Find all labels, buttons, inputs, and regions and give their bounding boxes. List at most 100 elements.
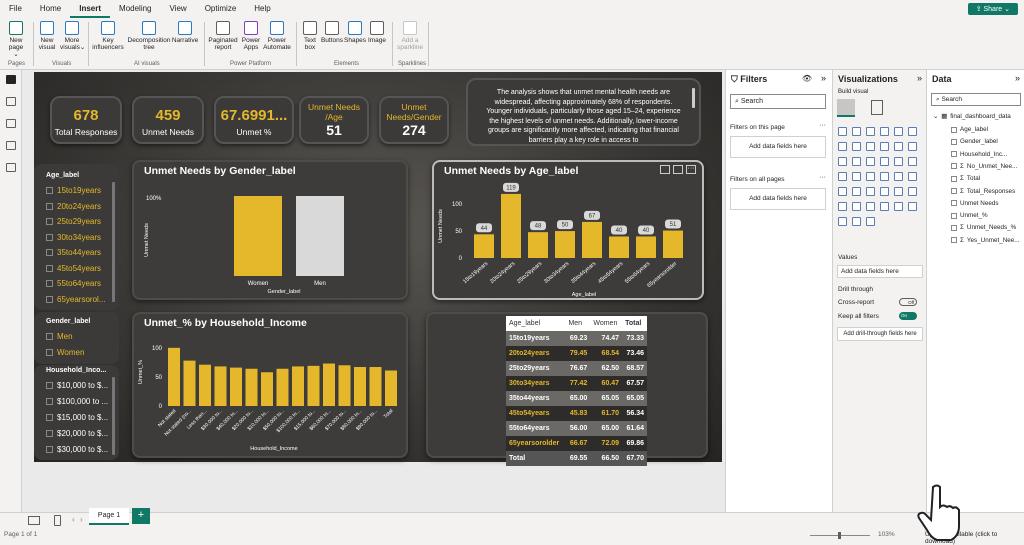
eye-icon[interactable]: 👁: [802, 74, 812, 83]
pie-visual-icon[interactable]: [880, 157, 889, 166]
field-item[interactable]: Σ Yes_Unmet_Nee...: [951, 237, 1020, 244]
line-column-visual-icon[interactable]: [880, 142, 889, 151]
key-influencers-visual-icon[interactable]: [852, 202, 861, 211]
image-button[interactable]: Image: [366, 21, 388, 44]
table-visual-icon[interactable]: [880, 187, 889, 196]
slicer-item[interactable]: Women: [46, 348, 84, 357]
column-header[interactable]: Total: [622, 316, 647, 331]
slicer-item[interactable]: $15,000 to $...: [46, 413, 108, 422]
format-visual-icon[interactable]: [871, 100, 883, 115]
income-chart-panel[interactable]: Unmet_% by Household_Income 0 50 100 Unmet_…: [132, 312, 408, 458]
checkbox[interactable]: [951, 175, 957, 182]
kpi-total-responses[interactable]: 678 Total Responses: [50, 96, 122, 144]
model-view-icon[interactable]: [6, 119, 16, 128]
kpi-unmet-needs-gender[interactable]: Unmet Needs/Gender 274: [379, 96, 449, 144]
checkbox[interactable]: [951, 224, 957, 231]
checkbox[interactable]: [951, 126, 957, 133]
add-all-pages-filter-well[interactable]: Add data fields here: [730, 188, 826, 210]
more-options-icon[interactable]: ···: [686, 165, 696, 174]
checkbox[interactable]: [951, 188, 957, 194]
gauge-visual-icon[interactable]: [894, 172, 903, 181]
slicer-item[interactable]: Men: [46, 332, 73, 341]
table-view-icon[interactable]: [6, 97, 16, 106]
clustered-column-visual-icon[interactable]: [880, 127, 889, 136]
checkbox[interactable]: [46, 218, 53, 225]
age-gender-table[interactable]: Age_label Men Women Total 15to19years 69.…: [506, 316, 647, 466]
add-page-filter-well[interactable]: Add data fields here: [730, 136, 826, 158]
power-apps-visual-icon[interactable]: [838, 217, 847, 226]
slicer-item[interactable]: 35to44years: [46, 248, 101, 257]
treemap-visual-icon[interactable]: [908, 157, 917, 166]
checkbox[interactable]: [46, 333, 53, 340]
r-visual-visual-icon[interactable]: [908, 187, 917, 196]
column-header[interactable]: Men: [565, 316, 591, 331]
menu-modeling[interactable]: Modeling: [110, 0, 160, 18]
python-visual-icon[interactable]: [838, 202, 847, 211]
scrollbar[interactable]: [112, 377, 115, 455]
menu-insert[interactable]: Insert: [70, 0, 111, 18]
slicer-item[interactable]: 15to19years: [46, 186, 101, 195]
filled-map-visual-icon[interactable]: [852, 172, 861, 181]
funnel-visual-icon[interactable]: [852, 157, 861, 166]
table-row[interactable]: 55to64years 56.00 65.00 61.64: [506, 421, 647, 436]
values-well[interactable]: Add data fields here: [837, 265, 923, 278]
checkbox[interactable]: [951, 237, 957, 244]
power-automate-button[interactable]: Power Automate: [263, 21, 291, 51]
kpi-unmet-needs-age[interactable]: Unmet Needs /Age 51: [299, 96, 369, 144]
buttons-button[interactable]: Buttons: [320, 21, 344, 44]
more-visuals-button[interactable]: More visuals⌄: [60, 21, 85, 51]
multi-card-visual-icon[interactable]: [838, 187, 847, 196]
kpi-unmet-needs[interactable]: 459 Unmet Needs: [132, 96, 204, 144]
slicer-item[interactable]: 25to29years: [46, 217, 101, 226]
100-column-visual-icon[interactable]: [908, 127, 917, 136]
table-row[interactable]: 15to19years 69.23 74.47 73.33: [506, 331, 647, 346]
menu-home[interactable]: Home: [31, 0, 70, 18]
ribbon-visual-icon[interactable]: [908, 142, 917, 151]
field-item[interactable]: Unmet Needs: [951, 200, 999, 207]
checkbox[interactable]: [951, 163, 957, 170]
collapse-icon[interactable]: »: [821, 73, 826, 83]
focus-mode-icon[interactable]: [673, 165, 683, 174]
scrollbar[interactable]: [112, 182, 115, 302]
area-visual-icon[interactable]: [852, 142, 861, 151]
tmdl-view-icon[interactable]: [6, 163, 16, 172]
slicer-item[interactable]: 45to54years: [46, 264, 101, 273]
checkbox[interactable]: [46, 202, 53, 210]
narrative-textbox[interactable]: The analysis shows that unmet mental hea…: [466, 78, 701, 146]
table-row[interactable]: 25to29years 76.67 62.50 68.57: [506, 361, 647, 376]
add-page-button[interactable]: +: [132, 508, 150, 524]
field-item[interactable]: Age_label: [951, 126, 988, 133]
kpi-unmet-percent[interactable]: 67.6991... Unmet %: [214, 96, 294, 144]
shapes-button[interactable]: Shapes: [344, 21, 366, 44]
kpi-visual-icon[interactable]: [852, 187, 861, 196]
table-row[interactable]: 45to54years 45.83 61.70 56.34: [506, 406, 647, 421]
checkbox[interactable]: [46, 349, 53, 356]
checkbox[interactable]: [46, 249, 53, 256]
next-page-icon[interactable]: ›: [80, 515, 83, 524]
checkbox[interactable]: [951, 138, 957, 145]
waterfall-visual-icon[interactable]: [838, 157, 847, 166]
slicer-item[interactable]: $10,000 to $...: [46, 381, 108, 390]
menu-optimize[interactable]: Optimize: [196, 0, 246, 18]
shape-map-visual-icon[interactable]: [866, 172, 875, 181]
share-button[interactable]: ⇪ Share ⌄: [967, 3, 1018, 15]
scatter-visual-icon[interactable]: [866, 157, 875, 166]
table-row[interactable]: 30to34years 77.42 60.47 67.57: [506, 376, 647, 391]
field-item[interactable]: Household_Inc...: [951, 151, 1007, 158]
more-options-icon[interactable]: ···: [819, 174, 826, 181]
paginated-report-button[interactable]: Paginated report: [207, 21, 239, 51]
menu-help[interactable]: Help: [245, 0, 279, 18]
add-sparkline-button[interactable]: Add a sparkline: [396, 21, 424, 51]
column-header[interactable]: Women: [590, 316, 623, 331]
key-influencers-button[interactable]: Key influencers: [92, 21, 124, 51]
table-row[interactable]: 35to44years 65.00 65.05 65.05: [506, 391, 647, 406]
checkbox[interactable]: [951, 212, 957, 219]
donut-visual-icon[interactable]: [894, 157, 903, 166]
paginated-visual-icon[interactable]: [908, 202, 917, 211]
new-visual-button[interactable]: New visual: [36, 21, 58, 51]
build-visual-icon[interactable]: [837, 99, 855, 117]
checkbox[interactable]: [46, 295, 53, 303]
drill-through-well[interactable]: Add drill-through fields here: [837, 327, 923, 341]
checkbox[interactable]: [46, 398, 53, 405]
checkbox[interactable]: [46, 187, 53, 194]
